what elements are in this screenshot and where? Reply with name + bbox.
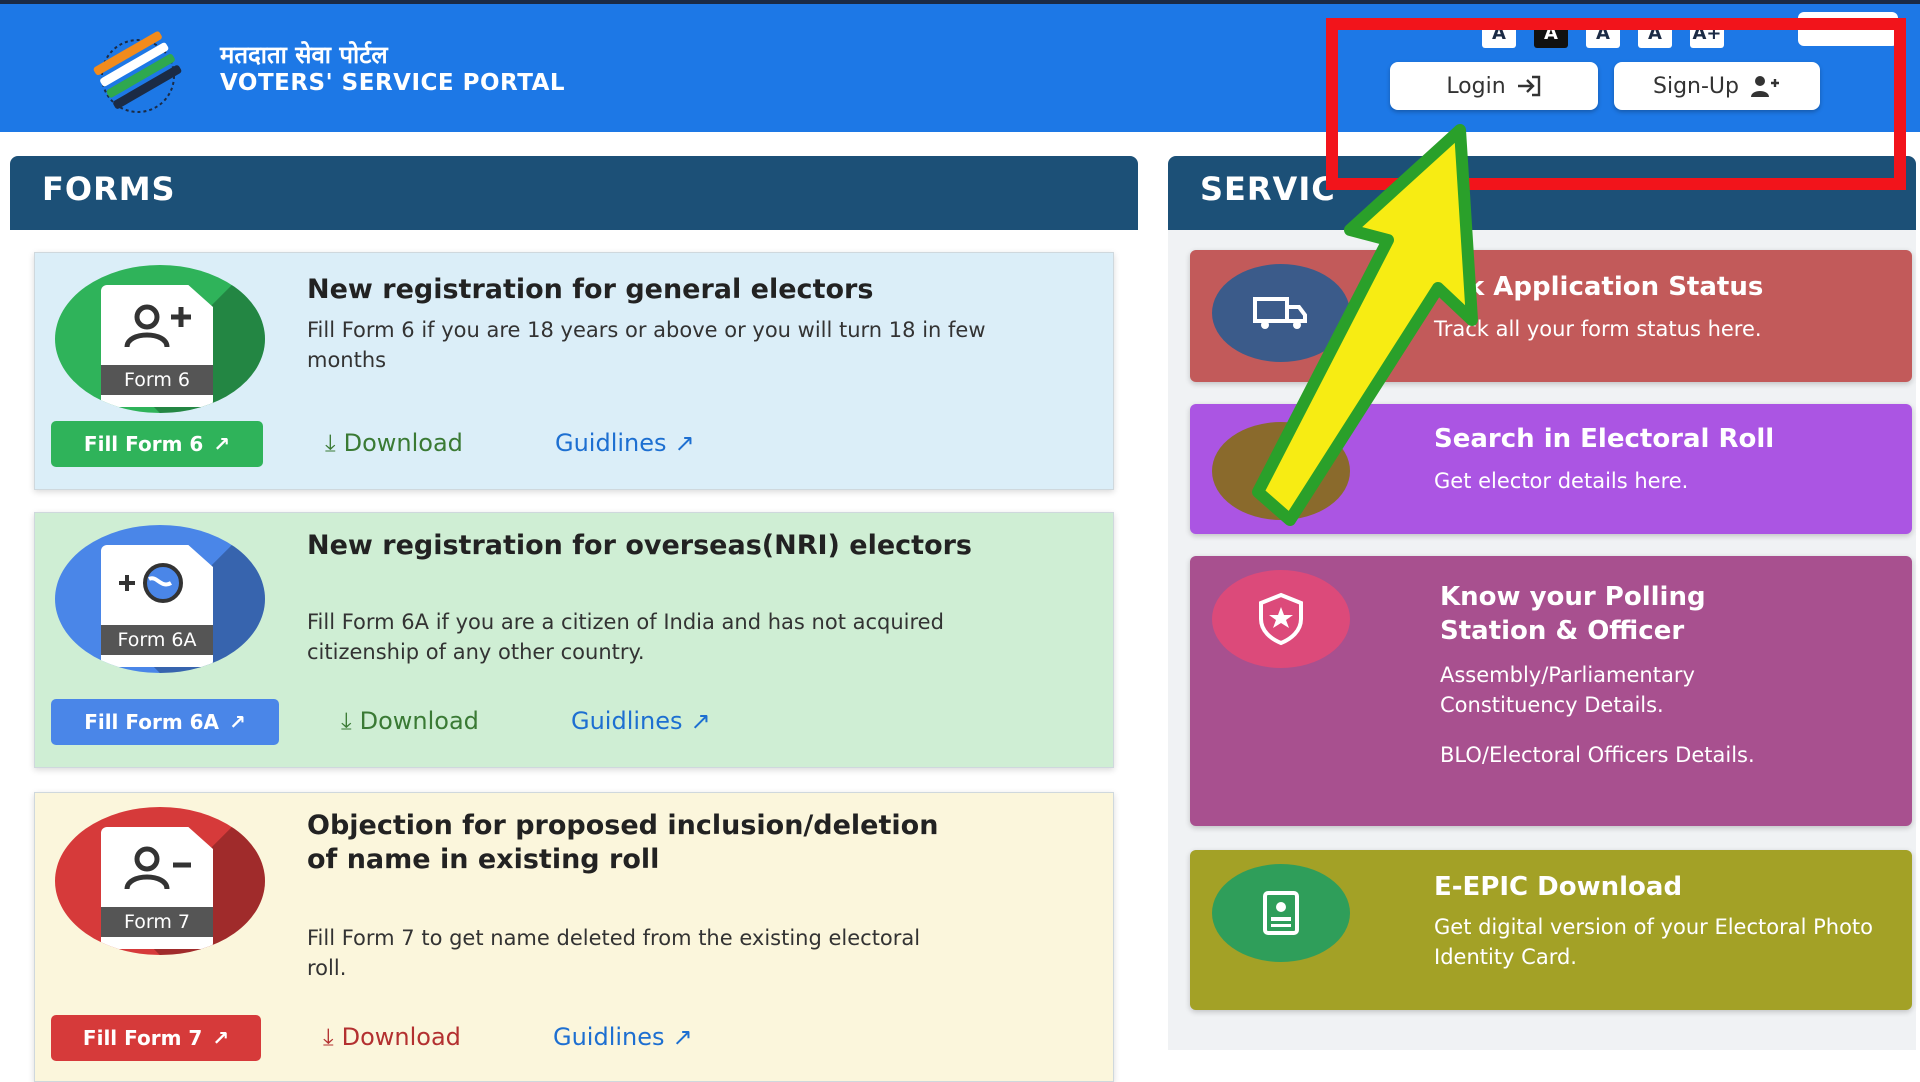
form7-icon-label: Form 7 (101, 907, 213, 937)
annotation-arrow-icon (1252, 124, 1478, 526)
fill-form7-button[interactable]: Fill Form 7 ↗ (51, 1015, 261, 1061)
globe-plus-icon (119, 563, 183, 603)
download-icon: ⤓ (323, 1023, 334, 1051)
external-link-icon: ↗ (672, 1023, 693, 1051)
polling-station-card[interactable]: Know your Polling Station & Officer Asse… (1190, 556, 1912, 826)
e-epic-title: E-EPIC Download (1434, 872, 1683, 902)
fill-form6-label: Fill Form 6 (83, 432, 204, 456)
polling-station-description: Assembly/Parliamentary Constituency Deta… (1440, 663, 1695, 717)
fill-form6a-button[interactable]: Fill Form 6A ↗ (51, 699, 279, 745)
polling-officer-description: BLO/Electoral Officers Details. (1440, 743, 1755, 767)
shield-star-icon (1212, 570, 1350, 668)
form6a-guidelines-label: Guidlines (571, 707, 683, 735)
form7-download-label: Download (341, 1023, 461, 1051)
search-electoral-roll-description: Get elector details here. (1434, 469, 1689, 493)
form7-description: Fill Form 7 to get name deleted from the… (307, 926, 921, 980)
form6a-download-label: Download (359, 707, 479, 735)
form6-title: New registration for general electors (307, 274, 874, 305)
fill-form7-label: Fill Form 7 (82, 1026, 203, 1050)
form6a-description: Fill Form 6A if you are a citizen of Ind… (307, 610, 944, 664)
forms-panel-heading: FORMS (10, 156, 1138, 230)
portal-title-hindi: मतदाता सेवा पोर्टल (220, 41, 388, 69)
download-icon: ⤓ (325, 429, 336, 457)
id-card-icon (1212, 864, 1350, 962)
form6-download-label: Download (343, 429, 463, 457)
form6a-guidelines-link[interactable]: Guidlines ↗ (571, 707, 711, 735)
form7-icon: Form 7 (55, 807, 265, 955)
portal-title-english: VOTERS' SERVICE PORTAL (220, 70, 566, 96)
e-epic-download-card[interactable]: E-EPIC Download Get digital version of y… (1190, 850, 1912, 1010)
form6-guidelines-link[interactable]: Guidlines ↗ (555, 429, 695, 457)
add-user-icon (124, 304, 191, 348)
form6-download-link[interactable]: ⤓ Download (325, 429, 463, 457)
form6-icon: Form 6 (55, 265, 265, 413)
fill-form6a-label: Fill Form 6A (84, 710, 220, 734)
form7-download-link[interactable]: ⤓ Download (323, 1023, 461, 1051)
track-application-title: ack Application Status (1434, 272, 1764, 302)
fill-form6-button[interactable]: Fill Form 6 ↗ (51, 421, 263, 467)
form6a-icon-label: Form 6A (101, 625, 213, 655)
search-electoral-roll-title: Search in Electoral Roll (1434, 424, 1775, 454)
external-link-icon: ↗ (212, 1026, 230, 1050)
form6-icon-label: Form 6 (101, 365, 213, 395)
form6a-icon: Form 6A (55, 525, 265, 673)
external-link-icon: ↗ (690, 707, 711, 735)
eci-logo-icon[interactable] (78, 26, 198, 116)
external-link-icon: ↗ (674, 429, 695, 457)
form6a-card: Form 6A New registration for overseas(NR… (34, 512, 1114, 768)
form7-guidelines-label: Guidlines (553, 1023, 665, 1051)
form6-description: Fill Form 6 if you are 18 years or above… (307, 318, 986, 372)
polling-station-title: Know your Polling Station & Officer (1440, 582, 1706, 646)
form6-guidelines-label: Guidlines (555, 429, 667, 457)
track-application-description: Track all your form status here. (1434, 317, 1762, 341)
external-link-icon: ↗ (213, 432, 231, 456)
form7-guidelines-link[interactable]: Guidlines ↗ (553, 1023, 693, 1051)
form6a-title: New registration for overseas(NRI) elect… (307, 530, 973, 561)
remove-user-icon (124, 846, 191, 890)
download-icon: ⤓ (341, 707, 352, 735)
form6a-download-link[interactable]: ⤓ Download (341, 707, 479, 735)
e-epic-description: Get digital version of your Electoral Ph… (1434, 915, 1874, 969)
form7-title: Objection for proposed inclusion/deletio… (307, 810, 939, 875)
form6-card: Form 6 New registration for general elec… (34, 252, 1114, 490)
form7-card: Form 7 Objection for proposed inclusion/… (34, 792, 1114, 1082)
external-link-icon: ↗ (229, 710, 246, 734)
